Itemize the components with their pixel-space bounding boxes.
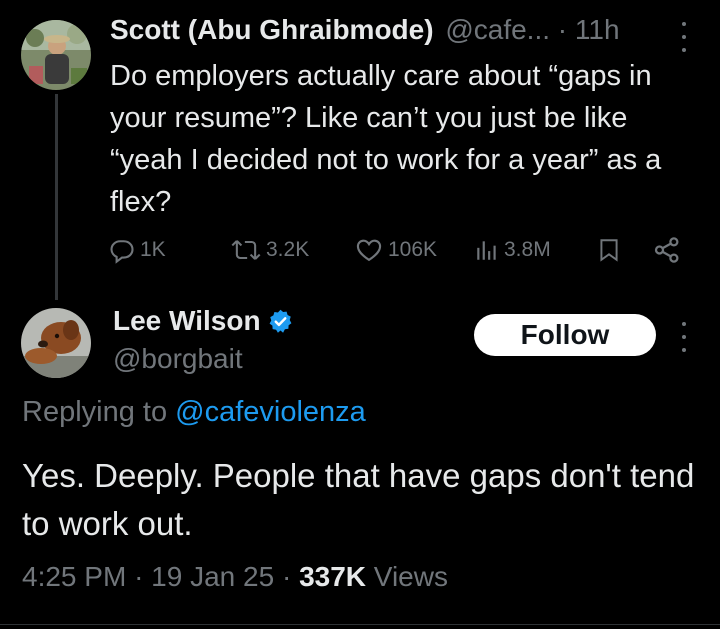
analytics-icon [477,241,496,260]
reply-button[interactable]: 1K [108,232,166,268]
reply-count: 1K [140,238,166,261]
avatar-scott[interactable] [21,20,91,90]
verified-badge-icon [269,309,291,333]
tweet-text: Do employers actually care about “gaps i… [110,60,662,218]
tweet-date[interactable]: 19 Jan 25 [151,561,274,592]
separator: · [557,14,568,45]
tweet-text: Yes. Deeply. People that have gaps don't… [22,457,695,542]
follow-button[interactable]: Follow [474,314,656,356]
like-count: 106K [388,238,438,261]
repost-button[interactable]: 3.2K [230,232,309,268]
repost-count: 3.2K [266,238,310,261]
views-count: 3.8M [504,238,551,261]
separator: · [281,561,292,592]
more-icon[interactable] [674,322,694,352]
author-handle[interactable]: @borgbait [113,343,243,375]
views-button[interactable]: 3.8M [474,232,551,268]
share-icon [654,237,679,263]
replying-to: Replying to @cafeviolenza [22,396,366,429]
author-name[interactable]: Scott (Abu Ghraibmode) [110,14,434,45]
tweet-time[interactable]: 4:25 PM [22,561,126,592]
avatar-lee[interactable] [21,308,91,378]
views-count[interactable]: 337K [299,561,366,592]
divider [0,624,720,625]
author-name-text: Lee Wilson [113,305,261,336]
separator: · [134,561,144,592]
like-button[interactable]: 106K [354,232,437,268]
tweet1-header: Scott (Abu Ghraibmode) @cafe... · 11h [110,14,620,46]
tweet-meta: 4:25 PM · 19 Jan 25 · 337K Views [22,561,448,593]
views-label: Views [373,561,448,592]
replying-prefix: Replying to [22,396,168,428]
author-name[interactable]: Lee Wilson [113,305,294,337]
author-handle[interactable]: @cafe... [445,14,550,45]
tweet-actions: 1K 3.2K 106K 3.8M [108,232,688,268]
bookmark-icon [600,239,618,262]
heart-icon [356,239,382,262]
share-button[interactable] [652,232,682,268]
thread-line [55,94,58,300]
more-icon[interactable] [674,22,694,52]
bookmark-button[interactable] [596,232,622,268]
repost-icon [231,240,261,260]
timestamp[interactable]: 11h [575,14,620,45]
reply-icon [110,240,134,264]
replying-handle-link[interactable]: @cafeviolenza [175,396,366,428]
